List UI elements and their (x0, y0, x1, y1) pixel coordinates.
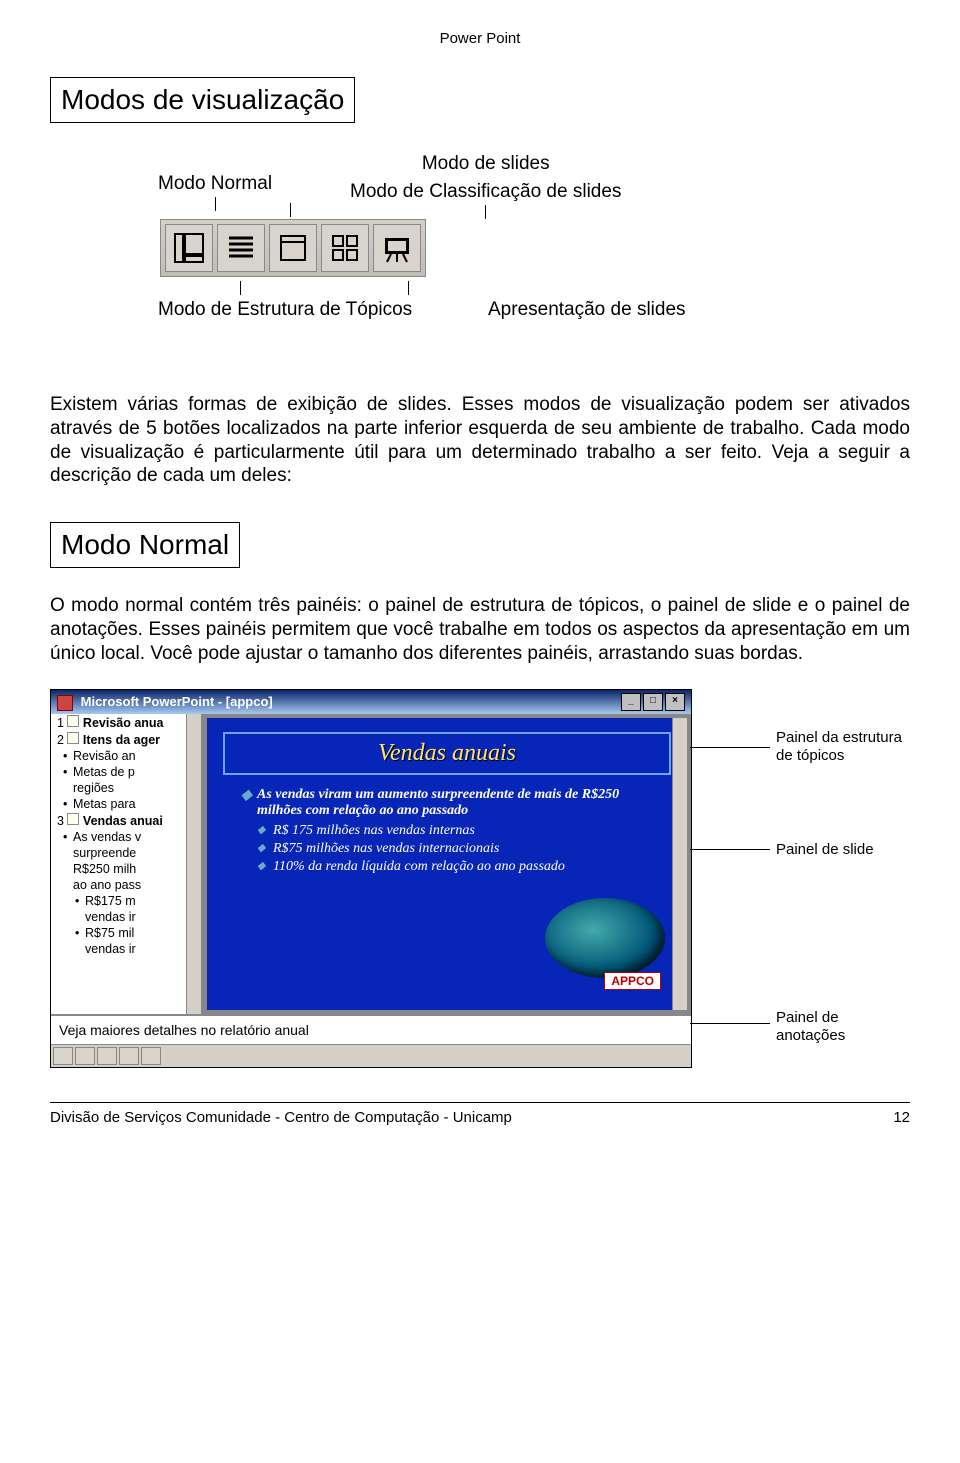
normal-view-icon (165, 224, 213, 272)
paragraph-modo-normal: O modo normal contém três painéis: o pai… (50, 594, 910, 665)
slide-view-icon (269, 224, 317, 272)
label-modo-estrutura: Modo de Estrutura de Tópicos (158, 299, 412, 320)
outline-view-icon[interactable] (75, 1047, 95, 1065)
view-buttons-bar (51, 1044, 691, 1067)
scrollbar[interactable] (672, 718, 687, 1010)
slideshow-icon[interactable] (141, 1047, 161, 1065)
minimize-button[interactable]: _ (621, 693, 641, 711)
label-modo-classificacao: Modo de Classificação de slides (350, 181, 621, 202)
outline-item[interactable]: As vendas v (51, 829, 201, 845)
outline-pane[interactable]: 1 Revisão anua2 Itens da agerRevisão anM… (51, 714, 203, 1014)
label-modo-normal: Modo Normal (158, 173, 272, 194)
close-button[interactable]: × (665, 693, 685, 711)
view-buttons-diagram: Modo Normal Modo de slides Modo de Class… (50, 153, 910, 353)
footer-text: Divisão de Serviços Comunidade - Centro … (50, 1109, 512, 1126)
outline-item[interactable]: Metas para (51, 796, 201, 812)
powerpoint-screenshot: Microsoft PowerPoint - [appco] _ □ × 1 R… (50, 689, 910, 1068)
paragraph-intro: Existem várias formas de exibição de sli… (50, 393, 910, 488)
slide-title: Vendas anuais (223, 732, 671, 775)
slideshow-icon (373, 224, 421, 272)
app-icon (57, 695, 73, 711)
logo-label: APPCO (604, 972, 661, 990)
maximize-button[interactable]: □ (643, 693, 663, 711)
slide-sorter-icon (321, 224, 369, 272)
outline-view-icon (217, 224, 265, 272)
scrollbar[interactable] (186, 714, 201, 1014)
outline-item[interactable]: R$75 mil (51, 925, 201, 941)
outline-item[interactable]: 2 Itens da ager (51, 731, 201, 748)
outline-item[interactable]: Revisão an (51, 748, 201, 764)
slide-view-icon[interactable] (97, 1047, 117, 1065)
window-titlebar: Microsoft PowerPoint - [appco] _ □ × (51, 690, 691, 714)
heading-modos-visualizacao: Modos de visualização (50, 77, 355, 123)
outline-item[interactable]: 1 Revisão anua (51, 714, 201, 731)
outline-item[interactable]: vendas ir (51, 909, 201, 925)
app-window: Microsoft PowerPoint - [appco] _ □ × 1 R… (50, 689, 692, 1068)
slide-bullet: As vendas viram um aumento surpreendente… (241, 787, 657, 819)
outline-item[interactable]: regiões (51, 780, 201, 796)
view-toolbar-graphic (160, 219, 426, 277)
globe-illustration (545, 898, 665, 978)
normal-view-icon[interactable] (53, 1047, 73, 1065)
callout-slide: Painel de slide (776, 841, 906, 859)
page-number: 12 (893, 1109, 910, 1126)
doc-header: Power Point (50, 30, 910, 47)
window-title: Microsoft PowerPoint - [appco] (81, 694, 273, 709)
callout-topicos: Painel da estrutura de tópicos (776, 729, 906, 765)
notes-pane[interactable]: Veja maiores detalhes no relatório anual (51, 1014, 691, 1044)
slide-body: As vendas viram um aumento surpreendente… (207, 779, 687, 883)
slide-sub-bullet: R$75 milhões nas vendas internacionais (241, 841, 657, 857)
heading-modo-normal: Modo Normal (50, 522, 240, 568)
label-apresentacao: Apresentação de slides (488, 299, 686, 320)
outline-item[interactable]: R$175 m (51, 893, 201, 909)
outline-item[interactable]: ao ano pass (51, 877, 201, 893)
outline-item[interactable]: R$250 milh (51, 861, 201, 877)
slide-sorter-icon[interactable] (119, 1047, 139, 1065)
outline-item[interactable]: vendas ir (51, 941, 201, 957)
outline-item[interactable]: surpreende (51, 845, 201, 861)
slide-sub-bullet: R$ 175 milhões nas vendas internas (241, 823, 657, 839)
slide-pane[interactable]: Vendas anuais As vendas viram um aumento… (203, 714, 691, 1014)
outline-item[interactable]: Metas de p (51, 764, 201, 780)
slide-sub-bullet: 110% da renda líquida com relação ao ano… (241, 859, 657, 875)
label-modo-slides: Modo de slides (422, 153, 550, 174)
callout-anotacoes: Painel de anotações (776, 1009, 906, 1045)
outline-item[interactable]: 3 Vendas anuai (51, 812, 201, 829)
